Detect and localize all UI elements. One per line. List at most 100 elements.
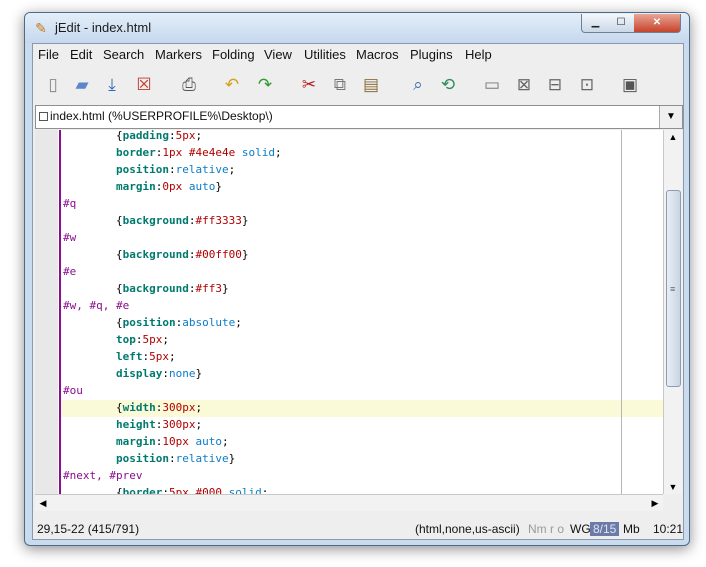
code-token: } [195, 367, 203, 380]
code-token: { [63, 282, 123, 295]
copy-icon[interactable]: ⧉ [327, 72, 353, 98]
open-file-icon[interactable]: ▰ [69, 72, 95, 98]
code-token: : [162, 367, 169, 380]
code-token: #ff3333 [195, 214, 242, 227]
title-bar[interactable]: ✎ jEdit - index.html ▁ ☐ ✕ [25, 13, 689, 43]
vertical-scrollbar[interactable]: ▲ ≡ ▼ [663, 130, 682, 494]
code-token: ; [235, 316, 242, 329]
menu-plugins[interactable]: Plugins [410, 47, 453, 62]
buffer-mode[interactable]: (html,none,us-ascii) [415, 522, 520, 536]
code-token: : [168, 130, 176, 142]
menu-edit[interactable]: Edit [70, 47, 92, 62]
scroll-up-icon[interactable]: ▲ [664, 130, 682, 144]
code-token: : [168, 163, 176, 176]
global-options-icon[interactable]: ▣ [617, 72, 643, 98]
cut-icon[interactable]: ✂ [296, 72, 322, 98]
code-token: #q [63, 197, 77, 210]
code-token: } [221, 282, 229, 295]
gutter[interactable] [35, 130, 58, 494]
find-icon[interactable]: ⌕ [405, 72, 431, 98]
menu-macros[interactable]: Macros [356, 47, 399, 62]
menu-file[interactable]: File [38, 47, 59, 62]
code-line: {padding:5px; [63, 130, 202, 144]
code-token: none [168, 367, 196, 380]
close-file-icon[interactable]: ☒ [131, 72, 157, 98]
code-token: ; [195, 401, 203, 414]
code-token: #e [63, 265, 77, 278]
menu-utilities[interactable]: Utilities [304, 47, 346, 62]
redo-icon[interactable]: ↷ [252, 72, 278, 98]
save-file-icon[interactable]: ⤓ [99, 72, 125, 98]
code-token: position [115, 163, 169, 176]
menu-help[interactable]: Help [465, 47, 492, 62]
new-view-icon[interactable]: ▭ [479, 72, 505, 98]
menu-view[interactable]: View [264, 47, 292, 62]
code-token: 10px [162, 435, 189, 448]
buffer-flags[interactable]: Nm r o [528, 522, 564, 536]
chevron-down-icon[interactable]: ▼ [659, 106, 682, 128]
maximize-button[interactable]: ☐ [608, 14, 635, 33]
toolbar: ▯ ▰ ⤓ ☒ ⎙ ↶ ↷ ✂ ⧉ ▤ ⌕ ⟲ ▭ ⊠ ⊟ ⊡ ▣ [33, 67, 683, 103]
wrap-mode[interactable]: WG [570, 522, 591, 536]
print-icon[interactable]: ⎙ [176, 72, 202, 98]
jedit-window: ✎ jEdit - index.html ▁ ☐ ✕ File Edit Searc… [24, 12, 690, 546]
code-token: : [168, 452, 176, 465]
scroll-right-icon[interactable]: ▶ [647, 495, 663, 511]
menu-folding[interactable]: Folding [212, 47, 255, 62]
code-token: 300px [162, 418, 196, 431]
paste-icon[interactable]: ▤ [358, 72, 384, 98]
code-line: {background:#ff3333} [63, 212, 248, 229]
code-line: #w, #q, #e [63, 297, 129, 314]
buffer-switcher[interactable]: index.html (%USERPROFILE%\Desktop\) ▼ [35, 105, 683, 129]
code-token: { [63, 486, 123, 494]
code-token: top [115, 333, 136, 346]
scroll-left-icon[interactable]: ◀ [35, 495, 51, 511]
code-token: relative [175, 163, 229, 176]
window-title: jEdit - index.html [55, 20, 152, 35]
scroll-down-icon[interactable]: ▼ [664, 480, 682, 494]
code-line: left:5px; [63, 348, 176, 365]
unsplit-icon[interactable]: ⊡ [574, 72, 600, 98]
code-line: #ou [63, 382, 83, 399]
code-line: {background:#00ff00} [63, 246, 248, 263]
menu-markers[interactable]: Markers [155, 47, 202, 62]
split-horizontal-icon[interactable]: ⊠ [511, 72, 537, 98]
code-token: margin [115, 180, 156, 193]
undo-icon[interactable]: ↶ [219, 72, 245, 98]
code-line: #next, #prev [63, 467, 142, 484]
code-line: margin:10px auto; [63, 433, 229, 450]
vertical-scroll-thumb[interactable]: ≡ [666, 190, 681, 387]
text-area[interactable]: {padding:5px; border:1px #4e4e4e solid; … [35, 130, 663, 494]
code-token: position [115, 452, 169, 465]
code-token: ; [228, 163, 236, 176]
code-token: ; [274, 146, 282, 159]
memory-usage[interactable]: 8/15 [590, 522, 620, 536]
new-file-icon[interactable]: ▯ [40, 72, 66, 98]
code-token: #w [63, 231, 77, 244]
code-line: {width:300px; [63, 399, 202, 416]
close-button[interactable]: ✕ [634, 14, 681, 33]
find-in-files-icon[interactable]: ⟲ [435, 72, 461, 98]
code-token: ; [261, 486, 269, 494]
code-token: auto [195, 435, 222, 448]
code-token: } [241, 248, 249, 261]
horizontal-scrollbar[interactable]: ◀ ▶ [35, 494, 663, 511]
menu-search[interactable]: Search [103, 47, 144, 62]
split-vertical-icon[interactable]: ⊟ [542, 72, 568, 98]
clock: 10:21 [653, 522, 684, 536]
code-line: #e [63, 263, 76, 280]
code-token: 5px [149, 350, 169, 363]
minimize-button[interactable]: ▁ [581, 14, 610, 33]
code-token: ; [168, 350, 176, 363]
caret-position[interactable]: 29,15-22 (415/791) [37, 522, 139, 536]
code-token: { [63, 316, 123, 329]
code-line: border:1px #4e4e4e solid; [63, 144, 282, 161]
